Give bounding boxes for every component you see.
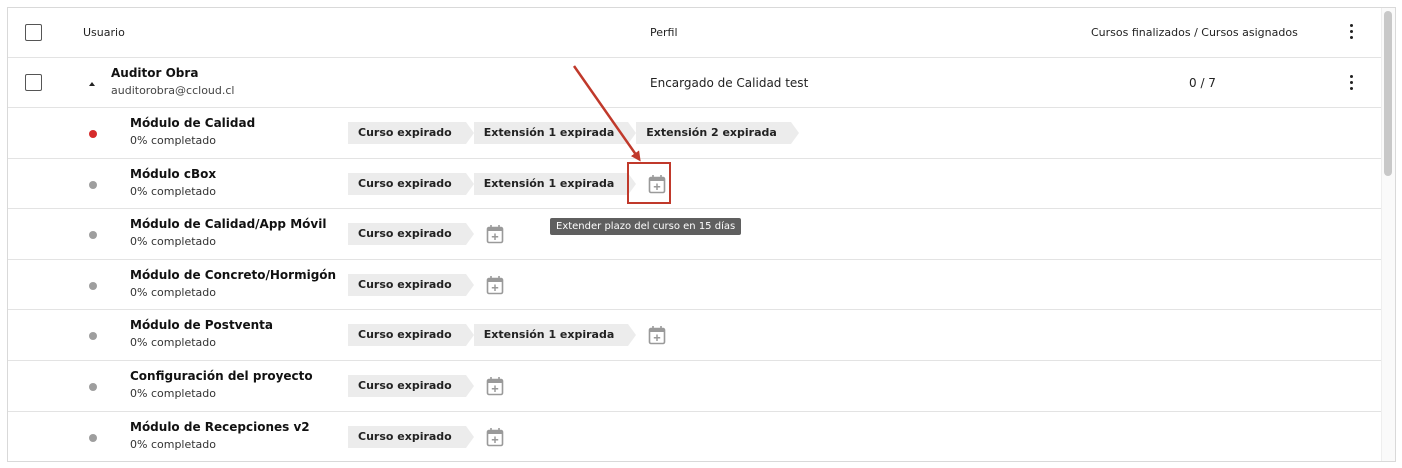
status-chip: Extensión 1 expirada bbox=[473, 172, 636, 195]
module-name: Módulo de Recepciones v2 bbox=[130, 419, 310, 434]
status-chips: Curso expirado Extensión 1 expirada Extens… bbox=[348, 122, 799, 144]
user-profile: Encargado de Calidad test bbox=[650, 76, 809, 90]
table-header: Usuario Perfil Cursos finalizados / Curs… bbox=[8, 8, 1383, 58]
select-all-checkbox[interactable] bbox=[25, 24, 42, 41]
module-name: Módulo de Concreto/Hormigón bbox=[130, 267, 337, 282]
status-chip: Curso expirado bbox=[348, 172, 474, 195]
extend-tooltip: Extender plazo del curso en 15 días bbox=[550, 218, 742, 235]
column-header-profile[interactable]: Perfil bbox=[650, 26, 678, 39]
module-name: Módulo de Calidad/App Móvil bbox=[130, 217, 327, 232]
scrollbar-thumb[interactable] bbox=[1384, 11, 1392, 176]
column-header-courses[interactable]: Cursos finalizados / Cursos asignados bbox=[1091, 26, 1298, 39]
calendar-plus-icon[interactable] bbox=[486, 427, 504, 447]
status-dot bbox=[89, 433, 97, 442]
module-row: Módulo de Postventa 0% completado Curso ex… bbox=[8, 310, 1383, 361]
caret-up-icon[interactable] bbox=[89, 82, 95, 86]
status-chips: Curso expirado bbox=[348, 223, 504, 246]
calendar-plus-icon[interactable] bbox=[486, 376, 504, 396]
status-dot bbox=[89, 281, 97, 290]
status-chips: Curso expirado bbox=[348, 375, 504, 397]
status-chip: Curso expirado bbox=[348, 425, 474, 448]
user-courses-count: 0 / 7 bbox=[1189, 76, 1216, 90]
status-dot bbox=[89, 180, 97, 189]
module-name: Módulo de Postventa bbox=[130, 318, 274, 333]
calendar-plus-icon[interactable] bbox=[648, 325, 666, 345]
module-row: Módulo cBox 0% completado Curso expirado Ex… bbox=[8, 159, 1383, 210]
status-chip: Curso expirado bbox=[348, 223, 474, 246]
status-chip: Curso expirado bbox=[348, 122, 474, 144]
module-progress: 0% completado bbox=[130, 285, 217, 299]
status-chips: Curso expirado bbox=[348, 273, 504, 296]
courses-table: Usuario Perfil Cursos finalizados / Curs… bbox=[7, 7, 1396, 462]
extend-icon-highlight bbox=[627, 162, 671, 204]
header-menu-icon[interactable] bbox=[1350, 24, 1354, 39]
status-chips: Curso expirado Extensión 1 expirada bbox=[348, 172, 666, 195]
status-chips: Curso expirado bbox=[348, 425, 504, 448]
column-header-user[interactable]: Usuario bbox=[83, 26, 125, 39]
module-row: Configuración del proyecto 0% completado C… bbox=[8, 361, 1383, 412]
status-chips: Curso expirado Extensión 1 expirada bbox=[348, 324, 666, 347]
module-progress: 0% completado bbox=[130, 134, 217, 147]
status-dot bbox=[89, 130, 97, 138]
module-name: Módulo cBox bbox=[130, 166, 217, 181]
status-dot bbox=[89, 231, 97, 240]
user-row[interactable]: Auditor Obra auditorobra@ccloud.cl Encar… bbox=[8, 58, 1383, 108]
user-name: Auditor Obra bbox=[111, 66, 199, 80]
status-dot bbox=[89, 332, 97, 341]
module-name: Configuración del proyecto bbox=[130, 369, 313, 383]
status-chip: Curso expirado bbox=[348, 324, 474, 347]
status-chip: Extensión 2 expirada bbox=[636, 122, 799, 144]
calendar-plus-icon[interactable] bbox=[486, 224, 504, 244]
calendar-plus-icon[interactable] bbox=[486, 275, 504, 295]
module-row: Módulo de Calidad 0% completado Curso expi… bbox=[8, 108, 1383, 159]
user-select-checkbox[interactable] bbox=[25, 74, 42, 91]
module-progress: 0% completado bbox=[130, 184, 217, 198]
status-chip: Curso expirado bbox=[348, 273, 474, 296]
vertical-scrollbar[interactable] bbox=[1381, 8, 1395, 461]
module-progress: 0% completado bbox=[130, 437, 217, 451]
module-progress: 0% completado bbox=[130, 387, 217, 400]
status-chip: Extensión 1 expirada bbox=[473, 324, 636, 347]
module-name: Módulo de Calidad bbox=[130, 116, 256, 130]
module-progress: 0% completado bbox=[130, 235, 217, 249]
status-chip: Curso expirado bbox=[348, 375, 474, 397]
module-row: Módulo de Concreto/Hormigón 0% completado… bbox=[8, 260, 1383, 311]
user-menu-icon[interactable] bbox=[1350, 75, 1354, 90]
status-chip: Extensión 1 expirada bbox=[473, 122, 636, 144]
module-progress: 0% completado bbox=[130, 336, 217, 350]
status-dot bbox=[89, 383, 97, 391]
module-row: Módulo de Recepciones v2 0% completado Cur… bbox=[8, 412, 1383, 461]
user-email: auditorobra@ccloud.cl bbox=[111, 84, 235, 97]
